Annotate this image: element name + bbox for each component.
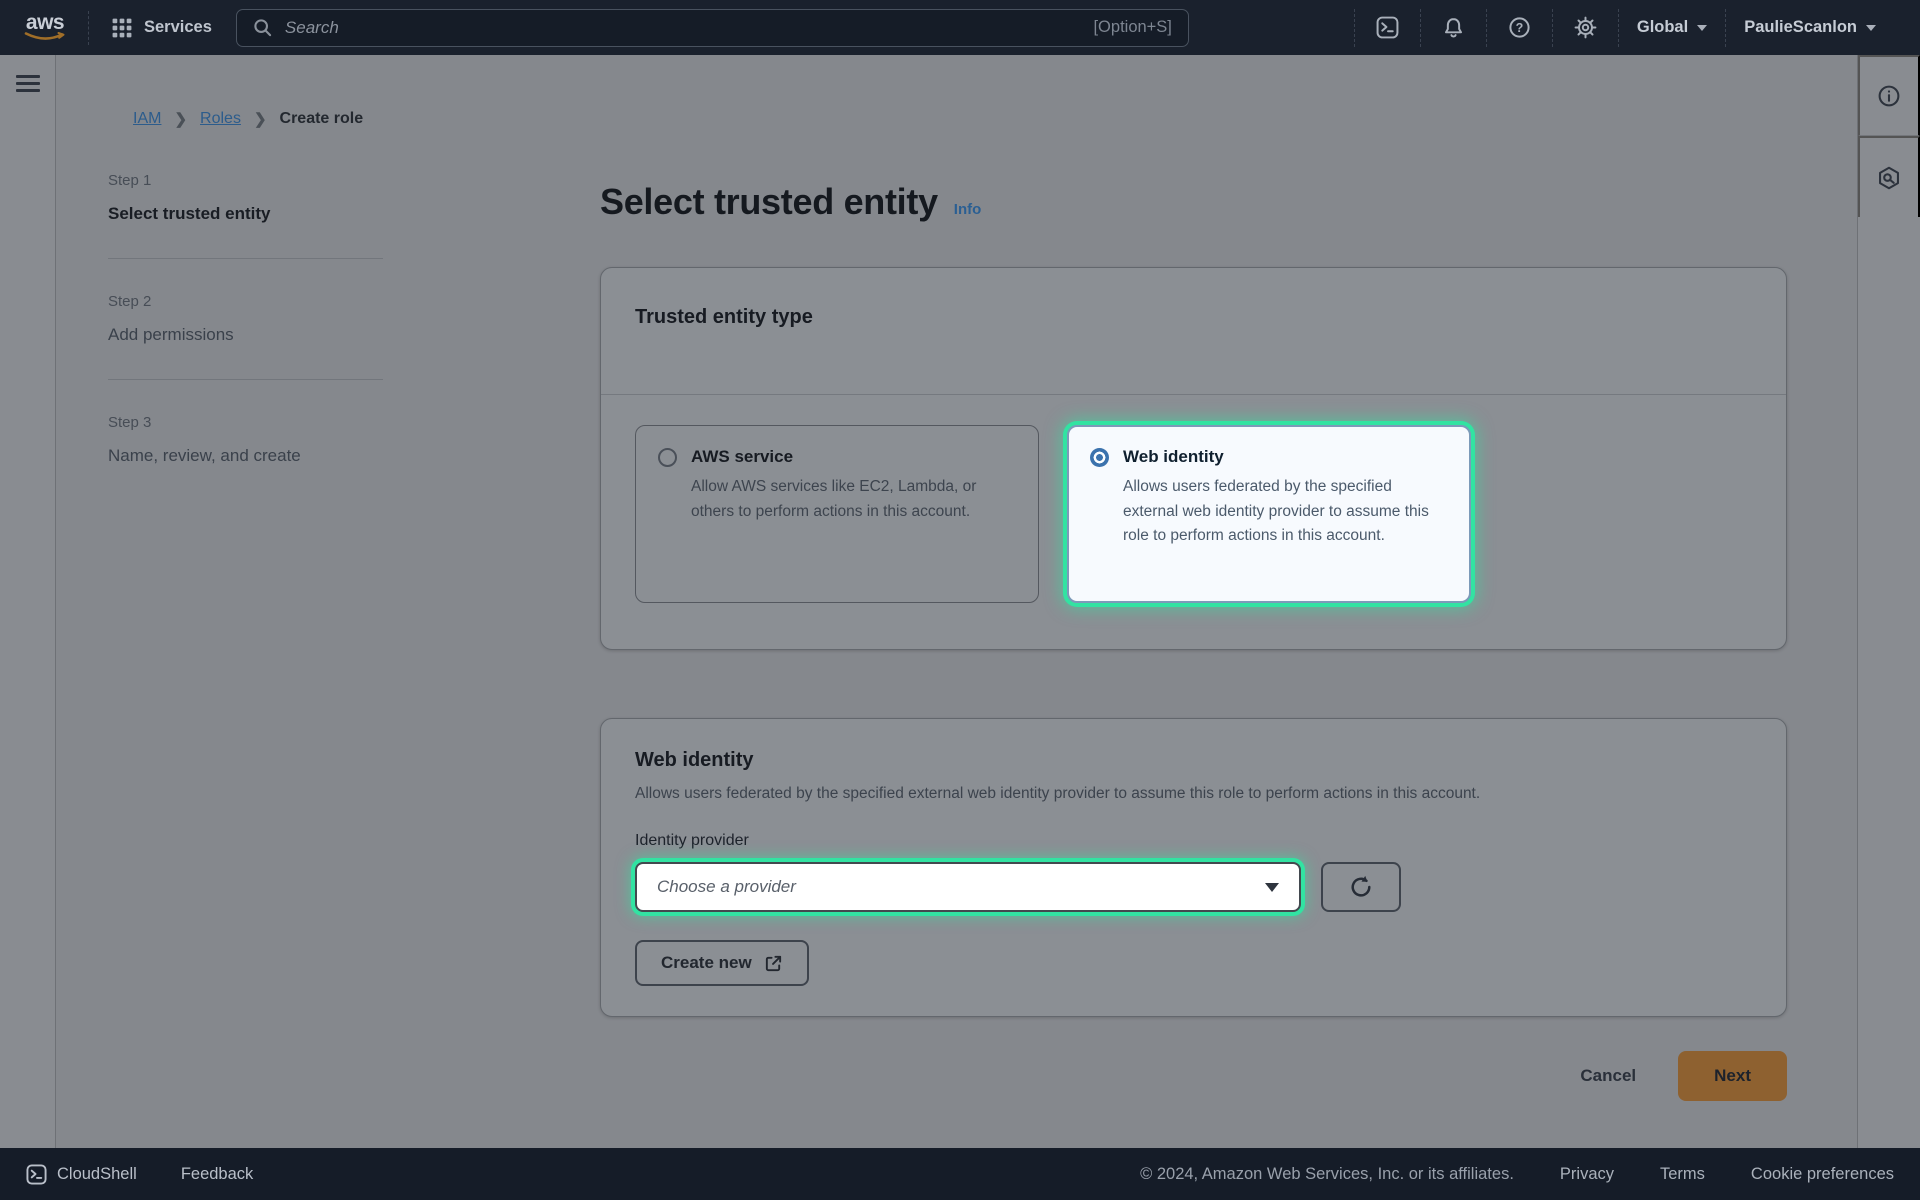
cloudshell-terminal-icon: [26, 1164, 47, 1185]
search-icon: [253, 18, 272, 37]
gear-icon: [1574, 16, 1597, 39]
trusted-entity-type-header: Trusted entity type: [601, 268, 1786, 395]
aws-logo-text: aws: [26, 14, 64, 32]
breadcrumb-iam-link[interactable]: IAM: [133, 110, 161, 128]
steps-divider: [108, 379, 383, 380]
identity-provider-label: Identity provider: [635, 830, 1752, 852]
region-label: Global: [1637, 18, 1688, 37]
step-2: Step 2 Add permissions: [108, 293, 383, 345]
hamburger-menu-button[interactable]: [16, 75, 40, 97]
trusted-entity-type-title: Trusted entity type: [635, 304, 1752, 330]
privacy-link[interactable]: Privacy: [1560, 1165, 1614, 1184]
topbar-divider: [88, 11, 89, 45]
help-question-icon: ?: [1508, 16, 1531, 39]
cloudshell-terminal-icon: [1376, 16, 1399, 39]
breadcrumb-current: Create role: [280, 110, 364, 128]
cloudshell-footer-button[interactable]: CloudShell: [26, 1164, 137, 1185]
radio-selected-icon[interactable]: [1090, 448, 1109, 467]
cookie-preferences-link[interactable]: Cookie preferences: [1751, 1165, 1894, 1184]
feedback-link[interactable]: Feedback: [181, 1165, 253, 1184]
search-placeholder: Search: [285, 18, 339, 38]
account-label: PaulieScanlon: [1744, 18, 1857, 37]
topbar-right-group: ? Global: [1354, 0, 1920, 55]
page-title: Select trusted entity: [600, 182, 938, 222]
step-2-number: Step 2: [108, 293, 383, 311]
steps-divider: [108, 258, 383, 259]
left-nav-rail: [0, 55, 56, 1148]
info-panel-button[interactable]: [1858, 55, 1920, 136]
next-button[interactable]: Next: [1678, 1051, 1787, 1101]
web-identity-heading: Web identity: [635, 747, 1752, 773]
cloudshell-label: CloudShell: [57, 1165, 137, 1184]
hexagon-resource-icon: [1877, 166, 1901, 190]
option-aws-service-title: AWS service: [691, 446, 1016, 468]
option-aws-service-description: Allow AWS services like EC2, Lambda, or …: [691, 475, 1016, 524]
aws-console-page: aws Services Search: [0, 0, 1920, 1200]
external-link-icon: [764, 954, 783, 973]
search-input[interactable]: Search [Option+S]: [236, 9, 1189, 47]
top-navigation-bar: aws Services Search: [0, 0, 1920, 55]
identity-provider-placeholder: Choose a provider: [657, 877, 796, 897]
aws-smile-icon: [24, 32, 66, 42]
web-identity-card: Web identity Allows users federated by t…: [600, 718, 1787, 1017]
info-link[interactable]: Info: [954, 201, 982, 218]
refresh-icon: [1348, 874, 1374, 900]
chevron-right-icon: ❯: [174, 110, 187, 128]
step-1-number: Step 1: [108, 172, 383, 190]
caret-down-icon: [1697, 25, 1707, 31]
notifications-button[interactable]: [1421, 0, 1486, 55]
settings-button[interactable]: [1553, 0, 1618, 55]
option-web-identity-title: Web identity: [1123, 446, 1448, 468]
main-content: Select trusted entity Info Trusted entit…: [600, 182, 1787, 1101]
help-button[interactable]: ?: [1487, 0, 1552, 55]
aws-logo[interactable]: aws: [24, 14, 66, 42]
terms-link[interactable]: Terms: [1660, 1165, 1705, 1184]
step-3-title: Name, review, and create: [108, 446, 383, 466]
resources-panel-button[interactable]: [1858, 136, 1920, 217]
info-circle-icon: [1877, 84, 1901, 108]
radio-unselected-icon[interactable]: [658, 448, 677, 467]
footer-right-group: © 2024, Amazon Web Services, Inc. or its…: [1140, 1165, 1894, 1184]
option-web-identity[interactable]: Web identity Allows users federated by t…: [1067, 425, 1471, 603]
create-new-label: Create new: [661, 953, 752, 973]
services-grid-icon: [111, 17, 133, 39]
refresh-providers-button[interactable]: [1321, 862, 1401, 912]
bell-icon: [1442, 16, 1465, 39]
cloudshell-button[interactable]: [1355, 0, 1420, 55]
region-selector[interactable]: Global: [1619, 0, 1725, 55]
search-shortcut-hint: [Option+S]: [1093, 18, 1171, 37]
step-3-number: Step 3: [108, 414, 383, 432]
right-tools-rail: [1857, 55, 1920, 1148]
step-3: Step 3 Name, review, and create: [108, 414, 383, 466]
step-2-title: Add permissions: [108, 325, 383, 345]
footer-bar: CloudShell Feedback © 2024, Amazon Web S…: [0, 1148, 1920, 1200]
identity-provider-select[interactable]: Choose a provider: [635, 862, 1301, 912]
cancel-button[interactable]: Cancel: [1580, 1066, 1636, 1086]
dropdown-caret-icon: [1265, 883, 1279, 892]
chevron-right-icon: ❯: [254, 110, 267, 128]
copyright-text: © 2024, Amazon Web Services, Inc. or its…: [1140, 1165, 1514, 1184]
trusted-entity-type-card: Trusted entity type AWS service Allow AW…: [600, 267, 1787, 650]
breadcrumb-roles-link[interactable]: Roles: [200, 110, 241, 128]
services-label: Services: [144, 18, 212, 37]
breadcrumb: IAM ❯ Roles ❯ Create role: [133, 110, 363, 128]
wizard-actions: Cancel Next: [600, 1051, 1787, 1101]
web-identity-description: Allows users federated by the specified …: [635, 781, 1745, 806]
option-web-identity-description: Allows users federated by the specified …: [1123, 475, 1448, 549]
services-menu-button[interactable]: Services: [111, 17, 212, 39]
option-aws-service[interactable]: AWS service Allow AWS services like EC2,…: [635, 425, 1039, 603]
svg-text:?: ?: [1516, 21, 1524, 35]
step-1-title: Select trusted entity: [108, 204, 383, 224]
create-new-provider-button[interactable]: Create new: [635, 940, 809, 986]
account-menu[interactable]: PaulieScanlon: [1726, 0, 1894, 55]
wizard-steps-nav: Step 1 Select trusted entity Step 2 Add …: [108, 172, 383, 466]
step-1: Step 1 Select trusted entity: [108, 172, 383, 224]
caret-down-icon: [1866, 25, 1876, 31]
